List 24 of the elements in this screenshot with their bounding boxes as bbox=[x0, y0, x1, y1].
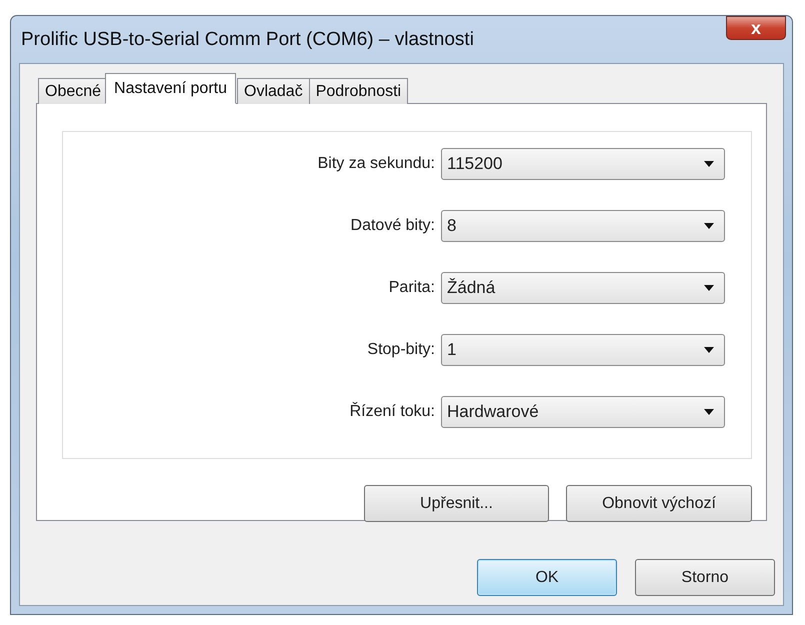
field-label: Řízení toku: bbox=[350, 403, 435, 421]
panel-button[interactable]: Obnovit výchozí bbox=[566, 485, 752, 522]
dropdown-arrow-icon bbox=[704, 161, 714, 167]
dialog-button[interactable]: Storno bbox=[635, 559, 775, 596]
tab[interactable]: Podrobnosti bbox=[308, 78, 408, 104]
field-label: Stop-bity: bbox=[367, 341, 435, 359]
dropdown[interactable]: Hardwarové bbox=[441, 396, 725, 428]
close-button[interactable]: x bbox=[726, 16, 786, 40]
dropdown[interactable]: Žádná bbox=[441, 272, 725, 304]
dropdown-arrow-icon bbox=[704, 223, 714, 229]
field-label: Parita: bbox=[388, 279, 435, 297]
dialog-button[interactable]: OK bbox=[477, 559, 617, 596]
window-title: Prolific USB-to-Serial Comm Port (COM6) – vlastnosti bbox=[20, 28, 474, 50]
dropdown[interactable]: 1 bbox=[441, 334, 725, 366]
field-label: Datové bity: bbox=[350, 217, 435, 235]
panel-button[interactable]: Upřesnit... bbox=[364, 485, 549, 522]
dropdown-arrow-icon bbox=[704, 285, 714, 291]
dropdown-arrow-icon bbox=[704, 409, 714, 415]
dropdown-arrow-icon bbox=[704, 347, 714, 353]
dropdown[interactable]: 8 bbox=[441, 210, 725, 242]
dropdown[interactable]: 115200 bbox=[441, 148, 725, 180]
tab[interactable]: Nastavení portu bbox=[105, 73, 236, 104]
field-label: Bity za sekundu: bbox=[318, 155, 435, 173]
tab[interactable]: Ovladač bbox=[237, 78, 310, 104]
